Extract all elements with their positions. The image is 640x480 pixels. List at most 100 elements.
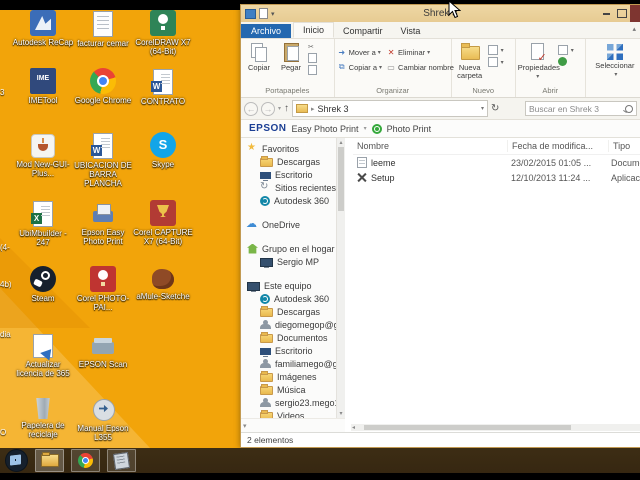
sidebar-bottom-scroll[interactable]: ▾ bbox=[241, 418, 345, 432]
sidebar-label: familiamego@gmail. bbox=[275, 359, 345, 369]
desktop-icon-mod-gui[interactable]: Mod New-GUI-Plus... bbox=[12, 132, 74, 178]
sidebar-item-onedrive[interactable]: OneDrive bbox=[241, 218, 345, 231]
desktop-icon-contrato[interactable]: CONTRATO bbox=[132, 68, 194, 106]
easy-photo-print-button[interactable]: Easy Photo Print bbox=[292, 124, 359, 134]
scroll-left-icon[interactable]: ◂ bbox=[351, 424, 356, 431]
expand-chevron-icon[interactable]: ▾ bbox=[243, 422, 247, 430]
ribbon-tabs: Archivo Inicio Compartir Vista ▴ bbox=[241, 22, 640, 39]
navigation-pane: Favoritos Descargas Escritorio Sitios re… bbox=[241, 138, 345, 432]
desktop-icon-skype[interactable]: Skype bbox=[132, 132, 194, 169]
sidebar-item-este-equipo[interactable]: Este equipo bbox=[241, 279, 345, 292]
title-bar[interactable]: ▾ Shrek 3 bbox=[241, 5, 640, 22]
desktop-icon-chrome[interactable]: Google Chrome bbox=[72, 68, 134, 105]
search-icon[interactable] bbox=[625, 105, 633, 113]
column-header-nombre[interactable]: Nombre bbox=[353, 140, 508, 152]
cut-icon[interactable]: ✂ bbox=[308, 44, 317, 51]
file-row-leeme[interactable]: leeme 23/02/2015 01:05 ... Documento bbox=[353, 155, 640, 170]
tab-compartir[interactable]: Compartir bbox=[334, 24, 392, 38]
tab-inicio[interactable]: Inicio bbox=[293, 22, 334, 38]
desktop-icon-imetool[interactable]: IMETool bbox=[12, 68, 74, 105]
photo-print-button[interactable]: Photo Print bbox=[387, 124, 432, 134]
properties-button[interactable]: Propiedades ▾ bbox=[518, 42, 556, 81]
desktop-icon-ubicacion[interactable]: UBICACION DE BARRA PLANCHA bbox=[72, 132, 134, 188]
move-to-button[interactable]: ➜ Mover a ▾ bbox=[337, 46, 382, 58]
delete-button[interactable]: ✕ Eliminar ▾ bbox=[386, 46, 454, 58]
tab-archivo[interactable]: Archivo bbox=[241, 24, 291, 38]
desktop-icon-corel-capture[interactable]: Corel CAPTURE X7 (64-Bit) bbox=[132, 200, 194, 246]
desktop-icon-label: Steam bbox=[12, 294, 74, 303]
sidebar-scrollbar[interactable]: ▴ ▾ bbox=[336, 138, 345, 418]
scrollbar-thumb[interactable] bbox=[338, 147, 344, 211]
desktop-icon-ubimbuilder[interactable]: UbiMbuilder - 247 bbox=[12, 200, 74, 247]
column-header-tipo[interactable]: Tipo bbox=[609, 140, 640, 152]
sidebar-item-descargas-2[interactable]: Descargas bbox=[241, 305, 345, 318]
sidebar-item-diegomegop[interactable]: diegomegop@gmail. bbox=[241, 318, 345, 331]
easy-access-button[interactable]: ▾ bbox=[488, 57, 504, 67]
sidebar-item-sitios-recientes[interactable]: Sitios recientes bbox=[241, 181, 345, 194]
history-button[interactable] bbox=[558, 57, 574, 66]
desktop-icon-label: Autodesk ReCap bbox=[12, 38, 74, 47]
desktop-icon-recycle-bin[interactable]: Papelera de reciclaje bbox=[12, 396, 74, 439]
horizontal-scrollbar[interactable]: ◂ bbox=[351, 424, 640, 431]
breadcrumb[interactable]: Shrek 3 bbox=[318, 104, 349, 114]
desktop-icon-coreldraw[interactable]: CorelDRAW X7 (64-Bit) bbox=[132, 10, 194, 56]
desktop-icon-manual-epson[interactable]: Manual Epson L355 bbox=[72, 396, 134, 442]
desktop-icon-corel-photopaint[interactable]: Corel PHOTO-PAI... bbox=[72, 266, 134, 312]
copy-button[interactable]: Copiar bbox=[243, 42, 275, 72]
new-folder-button[interactable]: Nueva carpeta bbox=[454, 42, 486, 80]
recent-locations-icon[interactable]: ▾ bbox=[278, 105, 281, 112]
open-button[interactable]: ▾ bbox=[558, 45, 574, 55]
scanner-icon bbox=[90, 332, 116, 358]
address-dropdown-icon[interactable]: ▾ bbox=[481, 105, 484, 112]
rename-button[interactable]: ▭ Cambiar nombre bbox=[386, 61, 454, 73]
sidebar-item-musica[interactable]: Música bbox=[241, 383, 345, 396]
column-header-fecha[interactable]: Fecha de modifica... bbox=[508, 140, 609, 152]
scroll-down-icon[interactable]: ▾ bbox=[337, 410, 345, 417]
desktop-icon-epson-easy-photo-print[interactable]: Epson Easy Photo Print bbox=[72, 200, 134, 246]
desktop-icon-facturar[interactable]: facturar cemar bbox=[72, 10, 134, 48]
desktop-icon-actualizar-licencia[interactable]: Actualizar licencia de 365 bbox=[12, 332, 74, 378]
sidebar-item-imagenes[interactable]: Imágenes bbox=[241, 370, 345, 383]
paste-shortcut-icon[interactable] bbox=[308, 65, 317, 75]
paste-button[interactable]: Pegar bbox=[275, 42, 307, 72]
forward-icon[interactable]: → bbox=[261, 102, 275, 116]
select-button[interactable]: Seleccionar ▾ bbox=[592, 42, 638, 79]
new-item-button[interactable]: ▾ bbox=[488, 45, 504, 55]
copy-path-icon[interactable] bbox=[308, 53, 317, 63]
sidebar-item-autodesk360[interactable]: Autodesk 360 bbox=[241, 194, 345, 207]
copy-to-button[interactable]: ⧉ Copiar a ▾ bbox=[337, 61, 382, 73]
document-icon bbox=[93, 11, 113, 37]
taskbar-chrome[interactable] bbox=[71, 449, 100, 472]
collapse-ribbon-icon[interactable]: ▴ bbox=[632, 25, 636, 33]
desktop-icon-epson-scan[interactable]: EPSON Scan bbox=[72, 332, 134, 369]
scroll-up-icon[interactable]: ▴ bbox=[337, 139, 345, 146]
dropdown-icon[interactable]: ▾ bbox=[364, 125, 367, 132]
taskbar-notes-app[interactable] bbox=[107, 449, 136, 472]
file-row-setup[interactable]: Setup 12/10/2013 11:24 ... Aplicación bbox=[353, 170, 640, 185]
desktop-icon-fist-app[interactable]: aMule-Sketche bbox=[132, 266, 194, 301]
search-box[interactable]: Buscar en Shrek 3 bbox=[525, 101, 637, 116]
sidebar-item-escritorio-2[interactable]: Escritorio bbox=[241, 344, 345, 357]
desktop-icon-steam[interactable]: Steam bbox=[12, 266, 74, 303]
breadcrumb-arrow-icon[interactable]: ▸ bbox=[311, 105, 315, 113]
desktop-icon-autodesk-recap[interactable]: Autodesk ReCap bbox=[12, 10, 74, 47]
back-icon[interactable]: ← bbox=[244, 102, 258, 116]
address-bar[interactable]: ▸ Shrek 3 ▾ bbox=[292, 100, 488, 117]
refresh-icon[interactable]: ↻ bbox=[491, 103, 499, 114]
taskbar-file-explorer[interactable] bbox=[35, 449, 64, 472]
sidebar-item-favoritos[interactable]: Favoritos bbox=[241, 142, 345, 155]
tab-vista[interactable]: Vista bbox=[392, 24, 430, 38]
start-button[interactable] bbox=[5, 449, 28, 472]
sidebar-item-autodesk360-2[interactable]: Autodesk 360 bbox=[241, 292, 345, 305]
ribbon-group-new: Nueva carpeta ▾ ▾ Nuevo bbox=[452, 39, 516, 97]
sidebar-item-sergio23[interactable]: sergio23.mego12@h bbox=[241, 396, 345, 409]
sidebar-item-sergio-mp[interactable]: Sergio MP bbox=[241, 255, 345, 268]
sidebar-item-escritorio[interactable]: Escritorio bbox=[241, 168, 345, 181]
sidebar-item-familiamego[interactable]: familiamego@gmail. bbox=[241, 357, 345, 370]
sidebar-item-documentos[interactable]: Documentos bbox=[241, 331, 345, 344]
up-icon[interactable]: ↑ bbox=[284, 103, 289, 114]
sidebar-item-descargas[interactable]: Descargas bbox=[241, 155, 345, 168]
scrollbar-thumb[interactable] bbox=[364, 425, 571, 430]
sidebar-item-grupo-hogar[interactable]: Grupo en el hogar bbox=[241, 242, 345, 255]
dropdown-icon: ▾ bbox=[378, 49, 381, 56]
